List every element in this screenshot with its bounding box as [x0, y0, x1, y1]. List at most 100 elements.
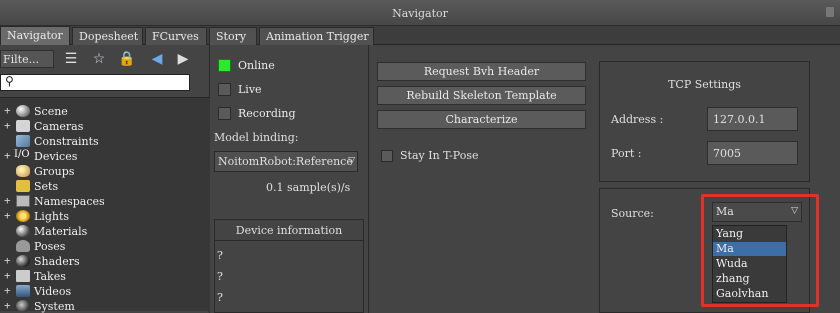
device-status-panel: Online Live Recording Model binding: Noi…	[211, 45, 367, 313]
tree-item-system[interactable]: + System	[0, 299, 200, 313]
tcp-settings-group: TCP Settings Address : 127.0.0.1 Port : …	[599, 61, 810, 182]
favorite-star-icon[interactable]: ☆	[90, 50, 108, 68]
online-indicator-icon[interactable]	[218, 59, 231, 72]
tree-item-label: Poses	[34, 240, 66, 253]
navigator-panel: Filte... ☰ ☆ 🔒 ◀ ▶ ⚲ + Scene + Cameras Con…	[0, 45, 210, 313]
recording-label: Recording	[238, 107, 296, 120]
online-label: Online	[238, 59, 275, 72]
device-info-line: ?	[217, 270, 223, 283]
tree-item-label: Materials	[34, 225, 88, 238]
window-menu-icon[interactable]	[826, 7, 834, 17]
search-icon: ⚲	[5, 74, 14, 88]
take-icon	[16, 270, 30, 282]
device-information-header: Device information	[235, 224, 343, 237]
model-binding-value: NoitomRobot:Reference	[218, 155, 353, 168]
video-icon	[16, 285, 30, 297]
expand-icon[interactable]: +	[4, 269, 11, 282]
chevron-down-icon: ▽	[348, 156, 355, 166]
navigator-toolbar: Filte... ☰ ☆ 🔒 ◀ ▶	[0, 45, 210, 71]
shader-icon	[16, 255, 30, 267]
tab-dopesheet[interactable]: Dopesheet	[72, 27, 143, 45]
tree-item-label: Namespaces	[34, 195, 105, 208]
sample-rate-readout: 0.1 sample(s)/s	[266, 181, 351, 194]
camera-icon	[16, 120, 30, 132]
pose-icon	[16, 240, 30, 252]
tree-item-label: System	[34, 300, 75, 313]
request-bvh-header-button[interactable]: Request Bvh Header	[377, 62, 586, 81]
navigator-tree: + Scene + Cameras Constraints + I/O Devices …	[0, 97, 210, 313]
constraint-icon	[16, 135, 30, 147]
tree-item-sets[interactable]: Sets	[0, 179, 200, 194]
tab-story[interactable]: Story	[209, 27, 257, 45]
checkbox-icon[interactable]	[218, 83, 231, 96]
address-label: Address :	[611, 113, 664, 126]
highlight-annotation	[701, 194, 819, 307]
expand-icon[interactable]: +	[4, 149, 11, 162]
port-field[interactable]: 7005	[707, 141, 798, 165]
tree-item-label: Devices	[34, 150, 78, 163]
scene-icon	[16, 105, 30, 117]
material-icon	[16, 225, 30, 237]
lock-icon[interactable]: 🔒	[118, 50, 136, 68]
expand-icon[interactable]: +	[4, 299, 11, 312]
tree-item-materials[interactable]: Materials	[0, 224, 200, 239]
device-info-line: ?	[217, 291, 223, 304]
tree-item-label: Sets	[34, 180, 59, 193]
tcp-settings-title: TCP Settings	[668, 78, 741, 91]
address-field[interactable]: 127.0.0.1	[707, 107, 798, 131]
expand-icon[interactable]: +	[4, 119, 11, 132]
tree-item-devices[interactable]: + I/O Devices	[0, 149, 200, 164]
tree-item-cameras[interactable]: + Cameras	[0, 119, 200, 134]
tree-item-takes[interactable]: + Takes	[0, 269, 200, 284]
tree-item-videos[interactable]: + Videos	[0, 284, 200, 299]
stay-in-tpose-label: Stay In T-Pose	[400, 149, 479, 162]
tree-item-namespaces[interactable]: + Namespaces	[0, 194, 200, 209]
tab-bar: Navigator Dopesheet FCurves Story Animat…	[0, 26, 840, 45]
tree-item-constraints[interactable]: Constraints	[0, 134, 200, 149]
tree-item-label: Videos	[34, 285, 72, 298]
tree-item-lights[interactable]: + Lights	[0, 209, 200, 224]
tab-fcurves[interactable]: FCurves	[145, 27, 207, 45]
forward-arrow-icon[interactable]: ▶	[174, 50, 192, 68]
expand-icon[interactable]: +	[4, 209, 11, 222]
namespace-icon	[16, 195, 30, 207]
tree-item-groups[interactable]: Groups	[0, 164, 200, 179]
expand-icon[interactable]: +	[4, 194, 11, 207]
expand-icon[interactable]: +	[4, 104, 11, 117]
window-title: Navigator	[392, 7, 448, 20]
expand-icon[interactable]: +	[4, 254, 11, 267]
tree-item-label: Scene	[34, 105, 68, 118]
live-label: Live	[238, 83, 262, 96]
io-icon: I/O	[14, 149, 30, 160]
tab-animation-trigger[interactable]: Animation Trigger	[259, 27, 374, 45]
device-information-box: Device information ? ? ?	[214, 219, 364, 313]
expand-icon[interactable]: +	[4, 284, 11, 297]
model-binding-label: Model binding:	[214, 131, 299, 144]
tree-item-scene[interactable]: + Scene	[0, 104, 200, 119]
checkbox-icon[interactable]	[218, 107, 231, 120]
checkbox-icon[interactable]	[381, 150, 393, 162]
tree-item-label: Lights	[34, 210, 70, 223]
tree-item-poses[interactable]: Poses	[0, 239, 200, 254]
divider	[215, 240, 363, 241]
tree-item-shaders[interactable]: + Shaders	[0, 254, 200, 269]
title-bar: Navigator	[0, 0, 840, 26]
tree-item-label: Takes	[34, 270, 66, 283]
system-icon	[16, 300, 30, 312]
port-label: Port :	[611, 147, 642, 160]
filter-button[interactable]: Filte...	[0, 50, 54, 68]
list-view-icon[interactable]: ☰	[62, 50, 80, 68]
tree-item-label: Cameras	[34, 120, 84, 133]
tree-item-label: Shaders	[34, 255, 80, 268]
back-arrow-icon[interactable]: ◀	[148, 50, 166, 68]
characterize-button[interactable]: Characterize	[377, 110, 586, 129]
search-input[interactable]: ⚲	[0, 74, 190, 91]
tree-item-label: Groups	[34, 165, 75, 178]
tab-navigator[interactable]: Navigator	[0, 26, 70, 45]
tree-item-label: Constraints	[34, 135, 99, 148]
light-icon	[16, 210, 30, 222]
sets-icon	[16, 180, 30, 192]
rebuild-skeleton-template-button[interactable]: Rebuild Skeleton Template	[377, 86, 586, 105]
model-binding-select[interactable]: NoitomRobot:Reference ▽	[214, 151, 358, 172]
source-label: Source:	[611, 207, 654, 220]
